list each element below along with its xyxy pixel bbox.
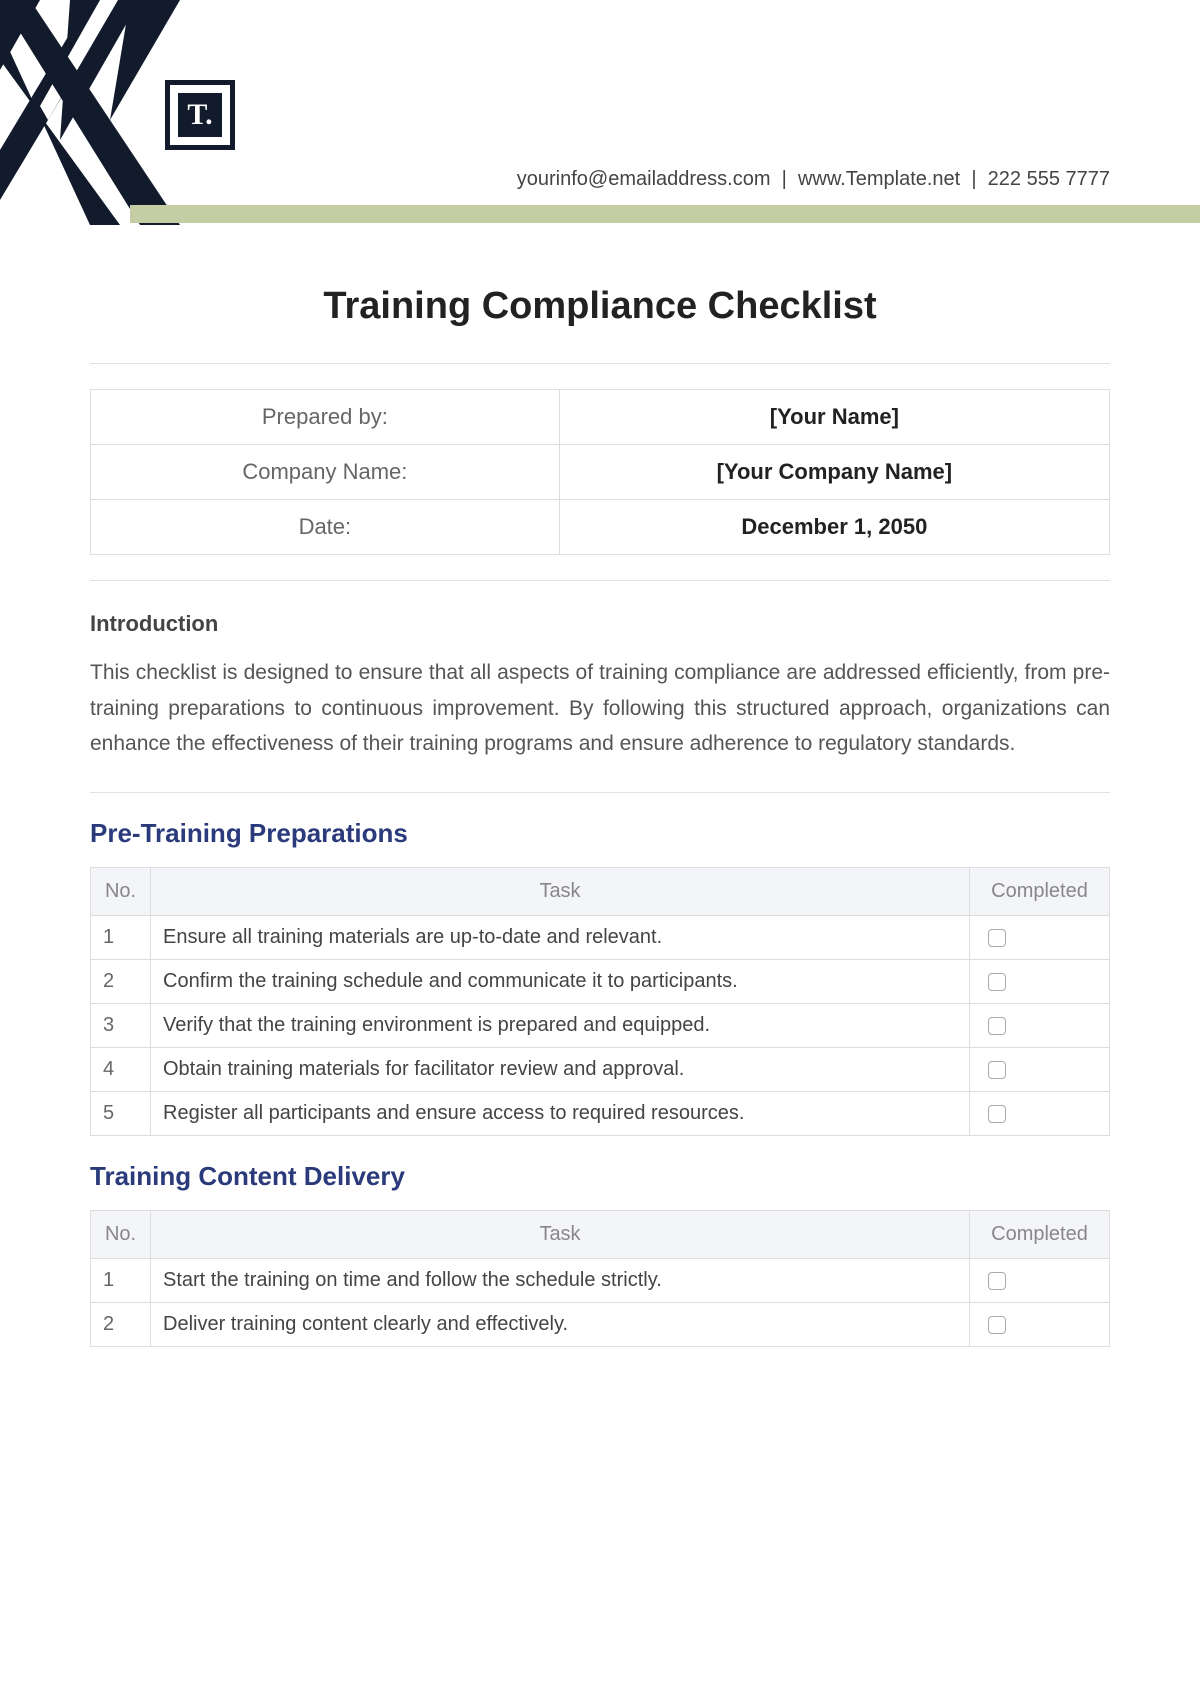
brand-logo-text: T. [178, 93, 222, 137]
task-checkbox[interactable] [988, 1061, 1006, 1079]
table-row: 3 Verify that the training environment i… [91, 1004, 1110, 1048]
task-checkbox[interactable] [988, 1017, 1006, 1035]
task-checkbox[interactable] [988, 929, 1006, 947]
table-row: 4 Obtain training materials for facilita… [91, 1048, 1110, 1092]
document-content: Training Compliance Checklist Prepared b… [0, 225, 1200, 1347]
document-page: T. yourinfo@emailaddress.com | www.Templ… [0, 0, 1200, 1700]
section-heading-pretraining: Pre-Training Preparations [90, 818, 1110, 849]
metadata-table: Prepared by: [Your Name] Company Name: [… [90, 389, 1110, 555]
task-no: 3 [91, 1004, 151, 1048]
page-title: Training Compliance Checklist [90, 285, 1110, 328]
table-row: 1 Ensure all training materials are up-t… [91, 916, 1110, 960]
task-no: 2 [91, 960, 151, 1004]
task-checkbox[interactable] [988, 1105, 1006, 1123]
meta-label: Company Name: [91, 445, 560, 500]
task-no: 4 [91, 1048, 151, 1092]
col-no: No. [91, 868, 151, 916]
table-row: Prepared by: [Your Name] [91, 390, 1110, 445]
contact-email: yourinfo@emailaddress.com [517, 168, 771, 190]
task-text: Confirm the training schedule and commun… [151, 960, 970, 1004]
task-table-delivery: No. Task Completed 1 Start the training … [90, 1210, 1110, 1347]
meta-value: December 1, 2050 [559, 500, 1109, 555]
task-text: Deliver training content clearly and eff… [151, 1303, 970, 1347]
col-no: No. [91, 1211, 151, 1259]
contact-line: yourinfo@emailaddress.com | www.Template… [517, 168, 1110, 191]
table-row: 1 Start the training on time and follow … [91, 1259, 1110, 1303]
task-checkbox[interactable] [988, 1272, 1006, 1290]
header-accent-bar [130, 205, 1200, 223]
table-row: 2 Deliver training content clearly and e… [91, 1303, 1110, 1347]
task-checkbox[interactable] [988, 1316, 1006, 1334]
contact-phone: 222 555 7777 [988, 168, 1110, 190]
brand-logo: T. [165, 80, 235, 150]
task-text: Ensure all training materials are up-to-… [151, 916, 970, 960]
task-no: 1 [91, 916, 151, 960]
col-task: Task [151, 1211, 970, 1259]
table-row: Date: December 1, 2050 [91, 500, 1110, 555]
letterhead-header: T. yourinfo@emailaddress.com | www.Templ… [0, 0, 1200, 225]
table-row: 5 Register all participants and ensure a… [91, 1092, 1110, 1136]
meta-value: [Your Name] [559, 390, 1109, 445]
divider [90, 792, 1110, 793]
task-text: Register all participants and ensure acc… [151, 1092, 970, 1136]
task-table-pretraining: No. Task Completed 1 Ensure all training… [90, 867, 1110, 1136]
task-no: 2 [91, 1303, 151, 1347]
meta-value: [Your Company Name] [559, 445, 1109, 500]
contact-website: www.Template.net [798, 168, 960, 190]
divider [90, 363, 1110, 364]
task-text: Obtain training materials for facilitato… [151, 1048, 970, 1092]
task-text: Verify that the training environment is … [151, 1004, 970, 1048]
task-no: 1 [91, 1259, 151, 1303]
task-no: 5 [91, 1092, 151, 1136]
task-text: Start the training on time and follow th… [151, 1259, 970, 1303]
meta-label: Prepared by: [91, 390, 560, 445]
divider [90, 580, 1110, 581]
introduction-heading: Introduction [90, 611, 1110, 637]
introduction-text: This checklist is designed to ensure tha… [90, 655, 1110, 762]
col-task: Task [151, 868, 970, 916]
task-checkbox[interactable] [988, 973, 1006, 991]
col-completed: Completed [970, 1211, 1110, 1259]
table-row: Company Name: [Your Company Name] [91, 445, 1110, 500]
table-header-row: No. Task Completed [91, 1211, 1110, 1259]
table-row: 2 Confirm the training schedule and comm… [91, 960, 1110, 1004]
section-heading-delivery: Training Content Delivery [90, 1161, 1110, 1192]
meta-label: Date: [91, 500, 560, 555]
col-completed: Completed [970, 868, 1110, 916]
table-header-row: No. Task Completed [91, 868, 1110, 916]
